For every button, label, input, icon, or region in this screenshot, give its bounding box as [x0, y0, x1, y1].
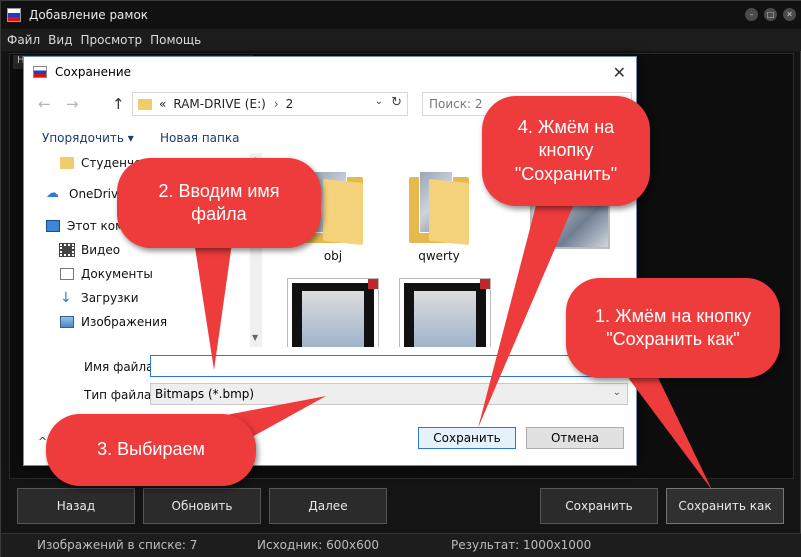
breadcrumb-prefix: « [159, 97, 167, 111]
computer-icon [46, 220, 60, 232]
chevron-down-icon: ⌄ [612, 387, 621, 398]
file-name: qwerty [418, 249, 460, 263]
list-item[interactable]: qwerty [394, 171, 484, 263]
address-bar[interactable]: « RAM-DRIVE (E:) › 2 ⌄ ↻ [132, 92, 408, 116]
dialog-close-icon[interactable]: ✕ [613, 63, 626, 82]
forward-arrow-icon[interactable]: → [66, 95, 79, 113]
filetype-label: Тип файла: [84, 388, 156, 402]
dialog-title: Сохранение [55, 65, 132, 79]
save-button[interactable]: Сохранить [540, 488, 658, 524]
refresh-icon[interactable]: ↻ [391, 95, 402, 110]
app-titlebar: Добавление рамок – □ ✕ [1, 1, 801, 29]
list-item[interactable] [287, 278, 379, 347]
nav-item-label: Документы [81, 267, 153, 281]
nav-item-label: Загрузки [81, 291, 139, 305]
dialog-titlebar: Сохранение ✕ [24, 57, 636, 87]
folder-icon [409, 171, 469, 246]
filetype-value: Bitmaps (*.bmp) [155, 387, 255, 401]
nav-item-onedrive[interactable]: ☁ OneDrive [46, 184, 125, 204]
menu-file[interactable]: Файл [7, 33, 40, 47]
dialog-save-button[interactable]: Сохранить [418, 427, 516, 449]
filetype-select[interactable]: Bitmaps (*.bmp) ⌄ [150, 383, 628, 405]
callout-step2: 2. Вводим имя файла [117, 158, 321, 248]
status-image-count: Изображений в списке: 7 [37, 538, 198, 552]
breadcrumb-drive[interactable]: RAM-DRIVE (E:) [173, 97, 265, 111]
app-flag-icon [7, 8, 21, 22]
file-name: obj [323, 249, 343, 263]
nav-item-label: Изображения [81, 315, 168, 329]
status-result-size: Результат: 1000x1000 [451, 538, 592, 552]
menu-preview[interactable]: Просмотр [80, 33, 142, 47]
close-icon[interactable]: ✕ [783, 8, 796, 21]
menu-bar: Файл Вид Просмотр Помощь [1, 29, 801, 51]
callout-step1: 1. Жмём на кнопку "Сохранить как" [566, 278, 780, 378]
filename-input[interactable] [150, 355, 628, 377]
status-bar: Изображений в списке: 7 Исходник: 600x60… [1, 533, 801, 557]
cloud-icon: ☁ [46, 186, 59, 201]
back-button[interactable]: Назад [17, 488, 135, 524]
document-icon [60, 268, 74, 280]
filename-label: Имя файла: [84, 360, 158, 374]
menu-view[interactable]: Вид [48, 33, 72, 47]
chevron-down-icon[interactable]: ⌄ [375, 96, 383, 107]
new-folder-button[interactable]: Новая папка [160, 131, 239, 145]
maximize-icon[interactable]: □ [764, 8, 777, 21]
dialog-cancel-button[interactable]: Отмена [526, 427, 624, 449]
save-as-button[interactable]: Сохранить как [666, 488, 784, 524]
nav-item-pictures[interactable]: Изображения [60, 312, 167, 332]
folder-icon [60, 157, 74, 169]
download-icon: ↓ [60, 290, 72, 306]
nav-item-label: Видео [81, 243, 121, 257]
status-source-size: Исходник: 600x600 [257, 538, 379, 552]
app-title: Добавление рамок [29, 8, 149, 22]
minimize-icon[interactable]: – [745, 8, 758, 21]
pictures-icon [60, 316, 74, 328]
image-thumbnail [287, 278, 379, 347]
breadcrumb-separator: › [273, 97, 279, 111]
image-thumbnail [399, 278, 491, 347]
callout-step4: 4. Жмём на кнопку "Сохранить" [482, 96, 650, 206]
nav-item-downloads[interactable]: ↓ Загрузки [60, 288, 139, 308]
next-button[interactable]: Далее [269, 488, 387, 524]
nav-item-video[interactable]: Видео [59, 240, 121, 260]
nav-item-documents[interactable]: Документы [60, 264, 153, 284]
dialog-flag-icon [33, 66, 47, 78]
callout-step3: 3. Выбираем [46, 414, 256, 486]
filename-row: Имя файла: [24, 355, 636, 379]
back-arrow-icon[interactable]: ← [38, 95, 51, 113]
breadcrumb-folder[interactable]: 2 [286, 97, 294, 111]
folder-icon [138, 98, 152, 110]
scroll-down-icon[interactable]: ▼ [252, 333, 258, 342]
menu-help[interactable]: Помощь [150, 33, 201, 47]
app-button-bar: Назад Обновить Далее Сохранить Сохранить… [1, 488, 801, 526]
up-arrow-icon[interactable]: ↑ [112, 95, 125, 113]
list-item[interactable] [399, 278, 491, 347]
filetype-row: Тип файла: Bitmaps (*.bmp) ⌄ [24, 383, 636, 407]
video-icon [59, 243, 75, 257]
organize-button[interactable]: Упорядочить ▾ [42, 131, 134, 145]
refresh-button[interactable]: Обновить [143, 488, 261, 524]
